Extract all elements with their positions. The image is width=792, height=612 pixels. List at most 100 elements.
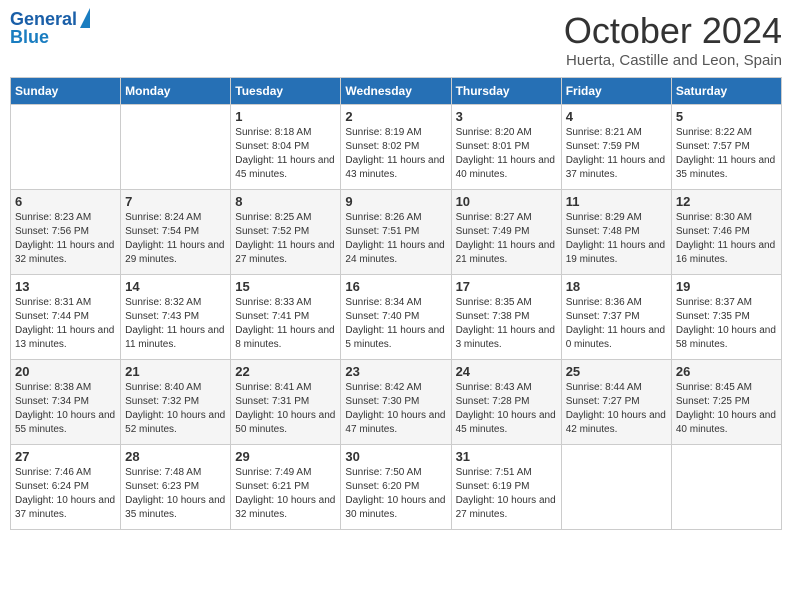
calendar-cell: 17 Sunrise: 8:35 AM Sunset: 7:38 PM Dayli… [451, 275, 561, 360]
calendar-cell: 9 Sunrise: 8:26 AM Sunset: 7:51 PM Daylig… [341, 190, 451, 275]
calendar-cell: 20Sunrise: 8:38 AM Sunset: 7:34 PM Dayli… [11, 360, 121, 445]
calendar-cell: 26Sunrise: 8:45 AM Sunset: 7:25 PM Dayli… [671, 360, 781, 445]
day-number: 10 [456, 194, 557, 209]
day-number: 25 [566, 364, 667, 379]
week-row-5: 27Sunrise: 7:46 AM Sunset: 6:24 PM Dayli… [11, 445, 782, 530]
day-info: Sunrise: 7:50 AM Sunset: 6:20 PM Dayligh… [345, 466, 446, 522]
calendar-cell [561, 445, 671, 530]
day-number: 9 [345, 194, 446, 209]
day-number: 22 [235, 364, 336, 379]
day-number: 17 [456, 279, 557, 294]
day-info: Sunrise: 8:34 AM Sunset: 7:40 PM Dayligh… [345, 296, 446, 352]
calendar-cell: 22 Sunrise: 8:41 AM Sunset: 7:31 PM Dayli… [231, 360, 341, 445]
month-title: October 2024 [564, 10, 782, 52]
day-number: 24 [456, 364, 557, 379]
location: Huerta, Castille and Leon, Spain [564, 52, 782, 69]
calendar-cell: 13Sunrise: 8:31 AM Sunset: 7:44 PM Dayli… [11, 275, 121, 360]
day-info: Sunrise: 8:24 AM Sunset: 7:54 PM Dayligh… [125, 211, 226, 267]
title-section: October 2024 Huerta, Castille and Leon, … [564, 10, 782, 69]
calendar-cell: 30 Sunrise: 7:50 AM Sunset: 6:20 PM Dayli… [341, 445, 451, 530]
day-header-thursday: Thursday [451, 78, 561, 105]
week-row-3: 13Sunrise: 8:31 AM Sunset: 7:44 PM Dayli… [11, 275, 782, 360]
day-header-monday: Monday [121, 78, 231, 105]
day-number: 15 [235, 279, 336, 294]
day-number: 7 [125, 194, 226, 209]
logo: General Blue [10, 10, 90, 48]
day-number: 12 [676, 194, 777, 209]
day-number: 28 [125, 449, 226, 464]
day-info: Sunrise: 8:18 AM Sunset: 8:04 PM Dayligh… [235, 126, 336, 182]
day-info: Sunrise: 8:42 AM Sunset: 7:30 PM Dayligh… [345, 381, 446, 437]
calendar-cell: 25Sunrise: 8:44 AM Sunset: 7:27 PM Dayli… [561, 360, 671, 445]
calendar-cell: 10 Sunrise: 8:27 AM Sunset: 7:49 PM Dayli… [451, 190, 561, 275]
calendar-cell [121, 105, 231, 190]
page-header: General Blue October 2024 Huerta, Castil… [10, 10, 782, 69]
calendar-cell: 3Sunrise: 8:20 AM Sunset: 8:01 PM Daylig… [451, 105, 561, 190]
week-row-4: 20Sunrise: 8:38 AM Sunset: 7:34 PM Dayli… [11, 360, 782, 445]
calendar-cell: 21 Sunrise: 8:40 AM Sunset: 7:32 PM Dayli… [121, 360, 231, 445]
day-number: 6 [15, 194, 116, 209]
day-info: Sunrise: 8:27 AM Sunset: 7:49 PM Dayligh… [456, 211, 557, 267]
day-info: Sunrise: 8:40 AM Sunset: 7:32 PM Dayligh… [125, 381, 226, 437]
day-info: Sunrise: 8:41 AM Sunset: 7:31 PM Dayligh… [235, 381, 336, 437]
calendar-cell: 16 Sunrise: 8:34 AM Sunset: 7:40 PM Dayli… [341, 275, 451, 360]
calendar-cell [11, 105, 121, 190]
calendar-cell: 12 Sunrise: 8:30 AM Sunset: 7:46 PM Dayli… [671, 190, 781, 275]
day-number: 11 [566, 194, 667, 209]
calendar-body: 1Sunrise: 8:18 AM Sunset: 8:04 PM Daylig… [11, 105, 782, 530]
day-header-saturday: Saturday [671, 78, 781, 105]
day-number: 16 [345, 279, 446, 294]
logo-text-blue: Blue [10, 28, 49, 48]
day-info: Sunrise: 8:32 AM Sunset: 7:43 PM Dayligh… [125, 296, 226, 352]
day-info: Sunrise: 7:48 AM Sunset: 6:23 PM Dayligh… [125, 466, 226, 522]
calendar-cell: 6 Sunrise: 8:23 AM Sunset: 7:56 PM Daylig… [11, 190, 121, 275]
day-number: 30 [345, 449, 446, 464]
day-info: Sunrise: 7:49 AM Sunset: 6:21 PM Dayligh… [235, 466, 336, 522]
day-number: 18 [566, 279, 667, 294]
day-number: 4 [566, 109, 667, 124]
day-info: Sunrise: 8:26 AM Sunset: 7:51 PM Dayligh… [345, 211, 446, 267]
day-info: Sunrise: 8:35 AM Sunset: 7:38 PM Dayligh… [456, 296, 557, 352]
day-number: 23 [345, 364, 446, 379]
day-info: Sunrise: 7:46 AM Sunset: 6:24 PM Dayligh… [15, 466, 116, 522]
day-header-friday: Friday [561, 78, 671, 105]
day-number: 29 [235, 449, 336, 464]
calendar-header: SundayMondayTuesdayWednesdayThursdayFrid… [11, 78, 782, 105]
day-info: Sunrise: 8:30 AM Sunset: 7:46 PM Dayligh… [676, 211, 777, 267]
calendar-cell: 8 Sunrise: 8:25 AM Sunset: 7:52 PM Daylig… [231, 190, 341, 275]
calendar-cell: 29 Sunrise: 7:49 AM Sunset: 6:21 PM Dayli… [231, 445, 341, 530]
week-row-1: 1Sunrise: 8:18 AM Sunset: 8:04 PM Daylig… [11, 105, 782, 190]
day-info: Sunrise: 8:31 AM Sunset: 7:44 PM Dayligh… [15, 296, 116, 352]
day-header-row: SundayMondayTuesdayWednesdayThursdayFrid… [11, 78, 782, 105]
week-row-2: 6 Sunrise: 8:23 AM Sunset: 7:56 PM Daylig… [11, 190, 782, 275]
day-header-sunday: Sunday [11, 78, 121, 105]
calendar-cell: 4 Sunrise: 8:21 AM Sunset: 7:59 PM Daylig… [561, 105, 671, 190]
day-info: Sunrise: 8:36 AM Sunset: 7:37 PM Dayligh… [566, 296, 667, 352]
calendar-cell: 11Sunrise: 8:29 AM Sunset: 7:48 PM Dayli… [561, 190, 671, 275]
day-number: 20 [15, 364, 116, 379]
day-info: Sunrise: 8:45 AM Sunset: 7:25 PM Dayligh… [676, 381, 777, 437]
calendar-cell [671, 445, 781, 530]
day-header-tuesday: Tuesday [231, 78, 341, 105]
day-number: 21 [125, 364, 226, 379]
calendar-cell: 23 Sunrise: 8:42 AM Sunset: 7:30 PM Dayli… [341, 360, 451, 445]
calendar-cell: 18 Sunrise: 8:36 AM Sunset: 7:37 PM Dayli… [561, 275, 671, 360]
day-number: 8 [235, 194, 336, 209]
day-number: 2 [345, 109, 446, 124]
day-number: 3 [456, 109, 557, 124]
day-info: Sunrise: 8:21 AM Sunset: 7:59 PM Dayligh… [566, 126, 667, 182]
calendar-cell: 19Sunrise: 8:37 AM Sunset: 7:35 PM Dayli… [671, 275, 781, 360]
calendar-cell: 27Sunrise: 7:46 AM Sunset: 6:24 PM Dayli… [11, 445, 121, 530]
calendar-cell: 14 Sunrise: 8:32 AM Sunset: 7:43 PM Dayli… [121, 275, 231, 360]
day-number: 19 [676, 279, 777, 294]
day-header-wednesday: Wednesday [341, 78, 451, 105]
calendar-cell: 2 Sunrise: 8:19 AM Sunset: 8:02 PM Daylig… [341, 105, 451, 190]
day-number: 14 [125, 279, 226, 294]
day-info: Sunrise: 8:25 AM Sunset: 7:52 PM Dayligh… [235, 211, 336, 267]
calendar-cell: 15Sunrise: 8:33 AM Sunset: 7:41 PM Dayli… [231, 275, 341, 360]
day-info: Sunrise: 8:43 AM Sunset: 7:28 PM Dayligh… [456, 381, 557, 437]
day-number: 5 [676, 109, 777, 124]
day-info: Sunrise: 8:23 AM Sunset: 7:56 PM Dayligh… [15, 211, 116, 267]
day-info: Sunrise: 8:19 AM Sunset: 8:02 PM Dayligh… [345, 126, 446, 182]
calendar-cell: 7 Sunrise: 8:24 AM Sunset: 7:54 PM Daylig… [121, 190, 231, 275]
